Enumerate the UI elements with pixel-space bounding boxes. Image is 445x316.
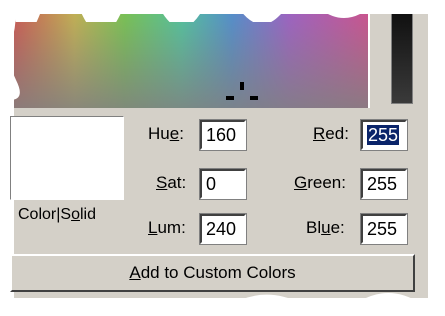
- red-label: Red:: [313, 124, 349, 143]
- hue-field[interactable]: 160: [199, 119, 247, 151]
- green-label: Green:: [294, 173, 346, 192]
- torn-edge-top: [0, 0, 445, 22]
- color-solid-label: Color|Solid: [18, 206, 96, 223]
- dialog-right-edge: [428, 0, 445, 316]
- crosshair-icon: [250, 96, 258, 100]
- sat-label: Sat:: [156, 173, 187, 192]
- blue-label: Blue:: [306, 218, 345, 237]
- crosshair-icon: [226, 96, 234, 100]
- luminance-slider[interactable]: [391, 12, 413, 104]
- add-to-custom-colors-button[interactable]: Add to Custom Colors: [10, 254, 415, 292]
- sat-field[interactable]: 0: [199, 168, 247, 200]
- lum-label: Lum:: [148, 218, 186, 237]
- green-field[interactable]: 255: [360, 168, 408, 200]
- add-button-label: Add to Custom Colors: [129, 263, 296, 282]
- blue-field[interactable]: 255: [360, 213, 408, 245]
- red-field[interactable]: 255: [360, 119, 408, 151]
- lum-field[interactable]: 240: [199, 213, 247, 245]
- torn-edge-bottom: [0, 293, 445, 316]
- hue-label: Hue:: [148, 124, 184, 143]
- color-solid-preview: [10, 116, 124, 200]
- crosshair-icon: [240, 82, 244, 90]
